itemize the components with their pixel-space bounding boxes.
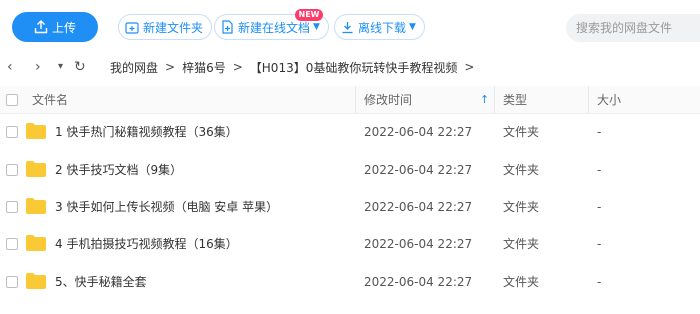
file-size: - (597, 275, 602, 289)
download-icon (342, 21, 353, 33)
new-folder-button[interactable]: 新建文件夹 (118, 14, 213, 40)
file-name[interactable]: 2 快手技巧文档（9集） (55, 152, 182, 188)
file-name[interactable]: 3 快手如何上传长视频（电脑 安卓 苹果） (55, 189, 278, 225)
column-divider (355, 86, 356, 114)
row-checkbox[interactable] (6, 164, 18, 176)
row-checkbox[interactable] (6, 126, 18, 138)
file-type: 文件夹 (503, 125, 540, 139)
file-size: - (597, 200, 602, 214)
file-size: - (597, 125, 602, 139)
file-modified: 2022-06-04 22:27 (364, 237, 473, 251)
table-row[interactable]: 2 快手技巧文档（9集） 2022-06-04 22:27 文件夹 - (0, 152, 700, 188)
table-row[interactable]: 4 手机拍摄技巧视频教程（16集） 2022-06-04 22:27 文件夹 - (0, 226, 700, 262)
back-button[interactable]: ‹ (7, 58, 13, 76)
file-name[interactable]: 4 手机拍摄技巧视频教程（16集） (55, 226, 238, 262)
file-modified: 2022-06-04 22:27 (364, 200, 473, 214)
upload-button[interactable]: 上传 (12, 12, 98, 42)
new-badge: NEW (295, 9, 323, 21)
file-type: 文件夹 (503, 163, 540, 177)
select-all-checkbox[interactable] (6, 94, 18, 106)
breadcrumb-separator: > (165, 60, 176, 74)
table-row[interactable]: 1 快手热门秘籍视频教程（36集） 2022-06-04 22:27 文件夹 - (0, 114, 700, 150)
column-name[interactable]: 文件名 (32, 86, 68, 114)
column-type[interactable]: 类型 (503, 86, 527, 114)
offline-download-button[interactable]: 离线下载 ▼ (334, 14, 425, 40)
toolbar: 上传 新建文件夹 新建在线文档 ▼ NEW 离线下载 ▼ (0, 0, 700, 52)
breadcrumb: 我的网盘 > 梓猫6号 > 【H013】0基础教你玩转快手教程视频 > (110, 58, 481, 76)
file-type: 文件夹 (503, 237, 540, 251)
upload-icon (34, 20, 48, 34)
table-header: 文件名 修改时间 ↑ 类型 大小 (0, 86, 700, 114)
file-modified: 2022-06-04 22:27 (364, 275, 473, 289)
search-input[interactable] (566, 14, 700, 42)
file-size: - (597, 163, 602, 177)
forward-button[interactable]: › (35, 58, 41, 76)
column-divider (588, 86, 589, 114)
table-row[interactable]: 5、快手秘籍全套 2022-06-04 22:27 文件夹 - (0, 264, 700, 300)
folder-icon (26, 235, 46, 251)
file-size: - (597, 237, 602, 251)
upload-label: 上传 (51, 20, 76, 35)
column-modified[interactable]: 修改时间 (364, 86, 412, 114)
new-online-doc-label: 新建在线文档 (238, 20, 311, 35)
row-checkbox[interactable] (6, 238, 18, 250)
breadcrumb-item[interactable]: 我的网盘 (110, 59, 158, 76)
row-checkbox[interactable] (6, 276, 18, 288)
file-name[interactable]: 5、快手秘籍全套 (55, 264, 147, 300)
sort-ascending-icon[interactable]: ↑ (480, 86, 489, 114)
history-dropdown-icon[interactable]: ▾ (58, 58, 63, 76)
file-type: 文件夹 (503, 275, 540, 289)
breadcrumb-separator: > (464, 60, 475, 74)
column-divider (494, 86, 495, 114)
new-folder-icon (125, 21, 139, 34)
breadcrumb-item[interactable]: 【H013】0基础教你玩转快手教程视频 (250, 59, 458, 76)
breadcrumb-item[interactable]: 梓猫6号 (182, 59, 226, 76)
folder-icon (26, 198, 46, 214)
row-checkbox[interactable] (6, 201, 18, 213)
new-folder-label: 新建文件夹 (143, 20, 204, 35)
file-modified: 2022-06-04 22:27 (364, 125, 473, 139)
new-doc-icon (222, 20, 233, 34)
folder-icon (26, 123, 46, 139)
folder-icon (26, 161, 46, 177)
breadcrumb-separator: > (232, 60, 243, 74)
refresh-button[interactable]: ↻ (74, 58, 86, 76)
file-name[interactable]: 1 快手热门秘籍视频教程（36集） (55, 114, 238, 150)
file-type: 文件夹 (503, 200, 540, 214)
table-row[interactable]: 3 快手如何上传长视频（电脑 安卓 苹果） 2022-06-04 22:27 文… (0, 189, 700, 225)
folder-icon (26, 273, 46, 289)
column-size[interactable]: 大小 (597, 86, 621, 114)
file-modified: 2022-06-04 22:27 (364, 163, 473, 177)
offline-download-label: 离线下载 (358, 20, 407, 35)
chevron-down-icon: ▼ (409, 22, 416, 32)
chevron-down-icon: ▼ (313, 22, 320, 32)
